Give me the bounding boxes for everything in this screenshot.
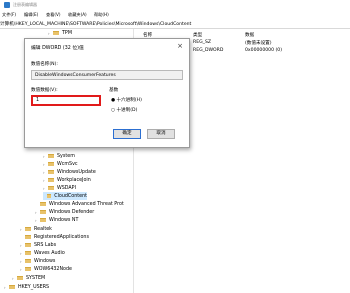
tree-item-label: Windows Advanced Threat Prot	[49, 201, 124, 207]
folder-icon	[25, 227, 31, 231]
tree-item-label: RegisteredApplications	[34, 234, 89, 240]
menu-bar: 文件(F) 编辑(E) 查看(V) 收藏夹(A) 帮助(H)	[0, 10, 350, 19]
address-path[interactable]: 计算机\HKEY_LOCAL_MACHINE\SOFTWARE\Policies…	[0, 21, 191, 27]
folder-icon	[48, 162, 54, 166]
value-data-label: 数值数据(V):	[31, 88, 58, 93]
address-bar[interactable]: 计算机\HKEY_LOCAL_MACHINE\SOFTWARE\Policies…	[0, 19, 350, 29]
row-data: (数值未设置)	[245, 41, 272, 46]
folder-icon	[25, 251, 31, 255]
menu-favorites[interactable]: 收藏夹(A)	[68, 12, 87, 18]
tree-item-system-hive[interactable]: › SYSTEM	[12, 274, 45, 282]
edit-dword-dialog: 编辑 DWORD (32 位)值 × 数值名称(N): DisableWindo…	[24, 38, 190, 148]
tree-item-hkey-users[interactable]: › HKEY_USERS	[4, 283, 49, 291]
tree-item-label: Windows Defender	[49, 209, 95, 215]
value-name-label: 数值名称(N):	[31, 62, 58, 67]
column-type-header[interactable]: 类型	[193, 32, 202, 38]
dialog-title: 编辑 DWORD (32 位)值	[31, 46, 84, 51]
column-data-header[interactable]: 数据	[245, 32, 254, 38]
decimal-radio[interactable]: ○ 十进制(D)	[111, 107, 137, 113]
menu-edit[interactable]: 编辑(E)	[24, 12, 38, 18]
tree-item-workplacejoin[interactable]: › WorkplaceJoin	[43, 176, 91, 184]
folder-icon	[46, 194, 52, 198]
folder-icon	[48, 186, 54, 190]
regedit-app-icon	[4, 2, 10, 8]
value-data-input[interactable]: 1	[31, 95, 101, 106]
tree-item-windows[interactable]: › Windows	[20, 257, 55, 265]
tree-item-registeredapplications[interactable]: RegisteredApplications	[20, 233, 89, 241]
tree-item-label: SRS Labs	[34, 242, 57, 248]
hex-radio[interactable]: ● 十六进制(H)	[111, 97, 142, 103]
folder-icon	[48, 178, 54, 182]
tree-item-waves-audio[interactable]: › Waves Audio	[20, 249, 65, 257]
tree-item-windows-defender[interactable]: › Windows Defender	[35, 208, 94, 216]
folder-icon	[17, 276, 23, 280]
value-name-field: DisableWindowsConsumerFeatures	[31, 70, 183, 80]
cancel-button[interactable]: 取消	[147, 129, 175, 139]
tree-item-label: TPM	[62, 30, 72, 36]
folder-icon	[53, 31, 59, 35]
tree-item-windows-nt[interactable]: › Windows NT	[35, 216, 78, 224]
tree-item-label: WcmSvc	[57, 161, 78, 167]
tree-item-cloudcontent[interactable]: CloudContent	[43, 192, 87, 200]
folder-icon	[48, 154, 54, 158]
tree-item-wow6432node[interactable]: › WOW6432Node	[20, 265, 72, 273]
folder-icon	[40, 218, 46, 222]
tree-item-label: SYSTEM	[26, 275, 46, 281]
tree-item-label: WindowsUpdate	[57, 169, 96, 175]
tree-item-realtek[interactable]: › Realtek	[20, 225, 52, 233]
row-type: REG_SZ	[193, 40, 212, 45]
tree-item-label: WOW6432Node	[34, 266, 72, 272]
tree-item-srs-labs[interactable]: › SRS Labs	[20, 241, 56, 249]
tree-item-label: WorkplaceJoin	[57, 177, 91, 183]
tree-item-wsdapi[interactable]: › WSDAPI	[43, 184, 76, 192]
folder-icon	[48, 170, 54, 174]
menu-view[interactable]: 查看(V)	[46, 12, 61, 18]
folder-icon	[25, 235, 31, 239]
tree-item-label: WSDAPI	[57, 185, 76, 191]
tree-item-label: Realtek	[34, 226, 52, 232]
tree-item-system[interactable]: › System	[43, 152, 75, 160]
folder-icon	[25, 267, 31, 271]
folder-icon	[40, 210, 46, 214]
tree-item-tpm[interactable]: › TPM	[48, 29, 72, 37]
tree-item-label: Windows NT	[49, 217, 79, 223]
folder-icon	[40, 202, 46, 206]
tree-item-label: System	[57, 153, 75, 159]
tree-item-label: HKEY_USERS	[18, 284, 50, 290]
row-type: REG_DWORD	[193, 48, 224, 53]
tree-item-label: CloudContent	[54, 193, 87, 199]
base-group-label: 基数	[109, 88, 119, 93]
close-icon[interactable]: ×	[177, 42, 183, 50]
row-data: 0x00000000 (0)	[245, 48, 282, 53]
menu-help[interactable]: 帮助(H)	[94, 12, 109, 18]
folder-icon	[9, 285, 15, 289]
folder-icon	[25, 259, 31, 263]
tree-item-label: Waves Audio	[34, 250, 65, 256]
tree-item-wcmsvc[interactable]: › WcmSvc	[43, 160, 78, 168]
title-bar: 注册表编辑器	[0, 0, 350, 10]
tree-item-windows-atp[interactable]: Windows Advanced Threat Prot	[35, 200, 124, 208]
ok-button[interactable]: 确定	[113, 129, 141, 139]
window-title: 注册表编辑器	[13, 2, 37, 7]
tree-item-windowsupdate[interactable]: › WindowsUpdate	[43, 168, 96, 176]
tree-item-label: Windows	[34, 258, 56, 264]
menu-file[interactable]: 文件(F)	[2, 12, 16, 18]
folder-icon	[25, 243, 31, 247]
